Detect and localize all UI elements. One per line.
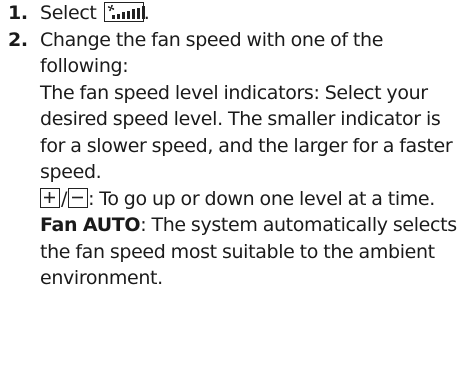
fan-speed-icon <box>103 2 146 22</box>
fan-level-indicators-item: The fan speed level indicators: Select y… <box>40 81 453 184</box>
step-2-number: 2. <box>8 28 28 51</box>
step-2: 2. Change the fan speed with one of the … <box>8 27 470 292</box>
fan-level-bars <box>111 6 146 19</box>
step-1-number: 1. <box>8 2 28 24</box>
step-2-intro: Change the fan speed with one of the fol… <box>40 28 384 78</box>
step-2-body: Change the fan speed with one of the fol… <box>40 27 470 292</box>
minus-key-icon <box>68 187 89 208</box>
step-1: 1. Select . <box>8 0 470 27</box>
key-separator: / <box>61 187 68 210</box>
fan-auto-term: Fan AUTO <box>40 214 141 236</box>
step-1-text-before: Select <box>40 2 102 24</box>
plus-minus-item: / : To go up or down one level at a time. <box>40 186 470 213</box>
fan-auto-item: Fan AUTO: The system automatically selec… <box>40 212 470 292</box>
plus-key-icon <box>40 187 60 208</box>
instruction-page: 1. Select . 2. Change the fan speed with… <box>0 0 476 365</box>
plus-minus-description: : To go up or down one level at a time. <box>88 187 435 210</box>
step-1-body: Select . <box>40 0 470 27</box>
